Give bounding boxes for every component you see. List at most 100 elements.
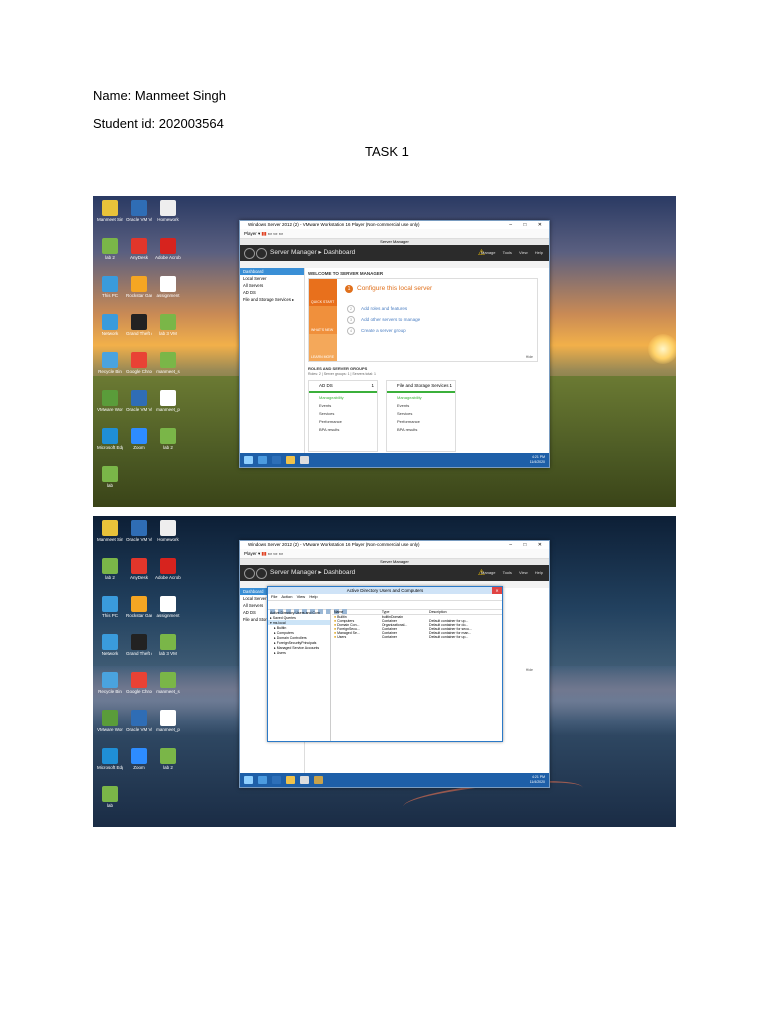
desktop-icon[interactable]: AnyDesk bbox=[126, 238, 152, 272]
desktop-icon[interactable]: Google Chrome bbox=[126, 672, 152, 706]
vmware-window[interactable]: Windows Server 2012 (2) - VMware Worksta… bbox=[239, 220, 550, 468]
quick-start-tab[interactable]: QUICK START bbox=[309, 279, 337, 307]
desktop-icon[interactable]: This PC bbox=[97, 276, 123, 310]
add-roles-link[interactable]: 2 Add roles and features bbox=[347, 305, 407, 313]
desktop-icon[interactable]: lab 3 VM bbox=[155, 634, 181, 668]
forward-icon[interactable] bbox=[256, 248, 267, 259]
player-menu[interactable]: Player ▾ bbox=[244, 551, 260, 556]
desktop-icon[interactable]: This PC bbox=[97, 596, 123, 630]
desktop-icon[interactable]: Adobe Acrobat bbox=[155, 238, 181, 272]
desktop-icon[interactable]: Adobe Acrobat bbox=[155, 558, 181, 592]
tree-item[interactable]: ▸ Users bbox=[268, 650, 330, 655]
player-menu[interactable]: Player ▾ bbox=[244, 231, 260, 236]
aduc-taskbar-icon[interactable] bbox=[314, 776, 323, 784]
desktop-icon[interactable]: Google Chrome bbox=[126, 352, 152, 386]
desktop-icon[interactable]: Microsoft Edge bbox=[97, 428, 123, 462]
desktop-icon[interactable]: Homework bbox=[155, 200, 181, 234]
desktop-icon[interactable]: lab 2 bbox=[97, 558, 123, 592]
server-manager-taskbar-icon[interactable] bbox=[258, 456, 267, 464]
tile-file-storage[interactable]: File and Storage Services 1 Manageability… bbox=[386, 380, 456, 452]
aduc-title-bar[interactable]: Active Directory Users and Computers ✕ bbox=[268, 587, 502, 594]
tile-row[interactable]: Events bbox=[309, 401, 377, 409]
forward-icon[interactable] bbox=[256, 568, 267, 579]
powershell-icon[interactable] bbox=[272, 456, 281, 464]
desktop-icon[interactable]: lab 2 bbox=[97, 238, 123, 272]
desktop-icon[interactable]: Network bbox=[97, 634, 123, 668]
hide-link[interactable]: Hide bbox=[526, 355, 533, 359]
configure-link[interactable]: 1 Configure this local server bbox=[345, 285, 432, 293]
back-icon[interactable] bbox=[244, 568, 255, 579]
menu-view[interactable]: View bbox=[297, 594, 306, 599]
tile-row[interactable]: Manageability bbox=[387, 393, 455, 401]
desktop-icon[interactable]: Homework bbox=[155, 520, 181, 554]
desktop-icon[interactable]: Grand Theft Auto V bbox=[126, 634, 152, 668]
desktop-icon[interactable]: Recycle Bin bbox=[97, 352, 123, 386]
back-icon[interactable] bbox=[244, 248, 255, 259]
desktop-icon[interactable]: AnyDesk bbox=[126, 558, 152, 592]
menu-tools[interactable]: Tools bbox=[503, 250, 512, 255]
desktop-icon[interactable]: Oracle VM VirtualBox bbox=[126, 390, 152, 424]
add-servers-link[interactable]: 3 Add other servers to manage bbox=[347, 316, 420, 324]
desktop-icon[interactable]: lab bbox=[97, 466, 123, 500]
explorer-icon[interactable] bbox=[286, 776, 295, 784]
aduc-window[interactable]: Active Directory Users and Computers ✕ Fi… bbox=[267, 586, 503, 742]
nav-file-storage[interactable]: File and Storage Services ▸ bbox=[240, 296, 304, 303]
desktop-icon[interactable]: Grand Theft Auto V bbox=[126, 314, 152, 348]
create-group-link[interactable]: 4 Create a server group bbox=[347, 327, 406, 335]
desktop-icon[interactable]: VMware Workstation 16 Player bbox=[97, 710, 123, 744]
explorer-icon[interactable] bbox=[286, 456, 295, 464]
desktop-icon[interactable]: lab bbox=[97, 786, 123, 820]
desktop-icon[interactable]: assignment bbox=[155, 276, 181, 310]
desktop-icon[interactable]: Oracle VM VirtualBox bbox=[126, 200, 152, 234]
window-controls[interactable]: – □ ✕ bbox=[509, 541, 547, 549]
vmware-window[interactable]: Windows Server 2012 (2) - VMware Worksta… bbox=[239, 540, 550, 788]
desktop-icon[interactable]: lab 3 VM bbox=[155, 314, 181, 348]
header-menus[interactable]: Manage Tools View Help bbox=[481, 245, 543, 261]
desktop-icon[interactable]: lab 2 bbox=[155, 748, 181, 782]
tile-row[interactable]: Manageability bbox=[309, 393, 377, 401]
desktop-icon[interactable]: assignment bbox=[155, 596, 181, 630]
vm-toolbar-icons[interactable]: ▭ ▭ ▭ bbox=[268, 231, 283, 236]
desktop-icon[interactable]: Recycle Bin bbox=[97, 672, 123, 706]
vm-title-bar[interactable]: Windows Server 2012 (2) - VMware Worksta… bbox=[240, 221, 549, 229]
nav-all-servers[interactable]: All Servers bbox=[240, 282, 304, 289]
learn-more-tab[interactable]: LEARN MORE bbox=[309, 333, 337, 361]
menu-view[interactable]: View bbox=[519, 570, 528, 575]
desktop-icon[interactable]: manmeet_p bbox=[155, 390, 181, 424]
desktop-icon[interactable]: Zoom bbox=[126, 428, 152, 462]
hide-link[interactable]: Hide bbox=[526, 668, 533, 771]
app-icon[interactable] bbox=[300, 456, 309, 464]
desktop-icon[interactable]: Microsoft Edge bbox=[97, 748, 123, 782]
desktop-icon[interactable]: Network bbox=[97, 314, 123, 348]
tile-row[interactable]: BPA results bbox=[309, 425, 377, 433]
desktop-icon[interactable]: Rockstar Games bbox=[126, 276, 152, 310]
table-row[interactable]: ■ Users Container Default container for up… bbox=[332, 635, 502, 639]
desktop-icon[interactable]: Manmeet Singh bbox=[97, 520, 123, 554]
desktop-icon[interactable]: Oracle VM VirtualBox bbox=[126, 710, 152, 744]
tile-row[interactable]: Performance bbox=[309, 417, 377, 425]
desktop-icon[interactable]: manmeet_p bbox=[155, 710, 181, 744]
tile-row[interactable]: BPA results bbox=[387, 425, 455, 433]
desktop-icon[interactable]: Rockstar Games bbox=[126, 596, 152, 630]
nav-ad-ds[interactable]: AD DS bbox=[240, 289, 304, 296]
menu-help[interactable]: Help bbox=[535, 250, 543, 255]
powershell-icon[interactable] bbox=[272, 776, 281, 784]
vm-title-bar[interactable]: Windows Server 2012 (2) - VMware Worksta… bbox=[240, 541, 549, 549]
desktop-icon[interactable]: manmeet_s bbox=[155, 672, 181, 706]
menu-manage[interactable]: Manage bbox=[481, 570, 495, 575]
tile-ad-ds[interactable]: AD DS 1 Manageability Events Services Per… bbox=[308, 380, 378, 452]
window-controls[interactable]: – □ ✕ bbox=[509, 221, 547, 229]
menu-tools[interactable]: Tools bbox=[503, 570, 512, 575]
nav-dashboard[interactable]: Dashboard bbox=[240, 268, 304, 275]
tile-row[interactable]: Services bbox=[309, 409, 377, 417]
menu-manage[interactable]: Manage bbox=[481, 250, 495, 255]
start-icon[interactable] bbox=[244, 456, 253, 464]
desktop-icon[interactable]: Zoom bbox=[126, 748, 152, 782]
menu-view[interactable]: View bbox=[519, 250, 528, 255]
desktop-icon[interactable]: Oracle VM VirtualBox bbox=[126, 520, 152, 554]
start-icon[interactable] bbox=[244, 776, 253, 784]
menu-help[interactable]: Help bbox=[535, 570, 543, 575]
vm-toolbar-icons[interactable]: ▭ ▭ ▭ bbox=[268, 551, 283, 556]
menu-action[interactable]: Action bbox=[281, 594, 292, 599]
desktop-icon[interactable]: manmeet_s bbox=[155, 352, 181, 386]
